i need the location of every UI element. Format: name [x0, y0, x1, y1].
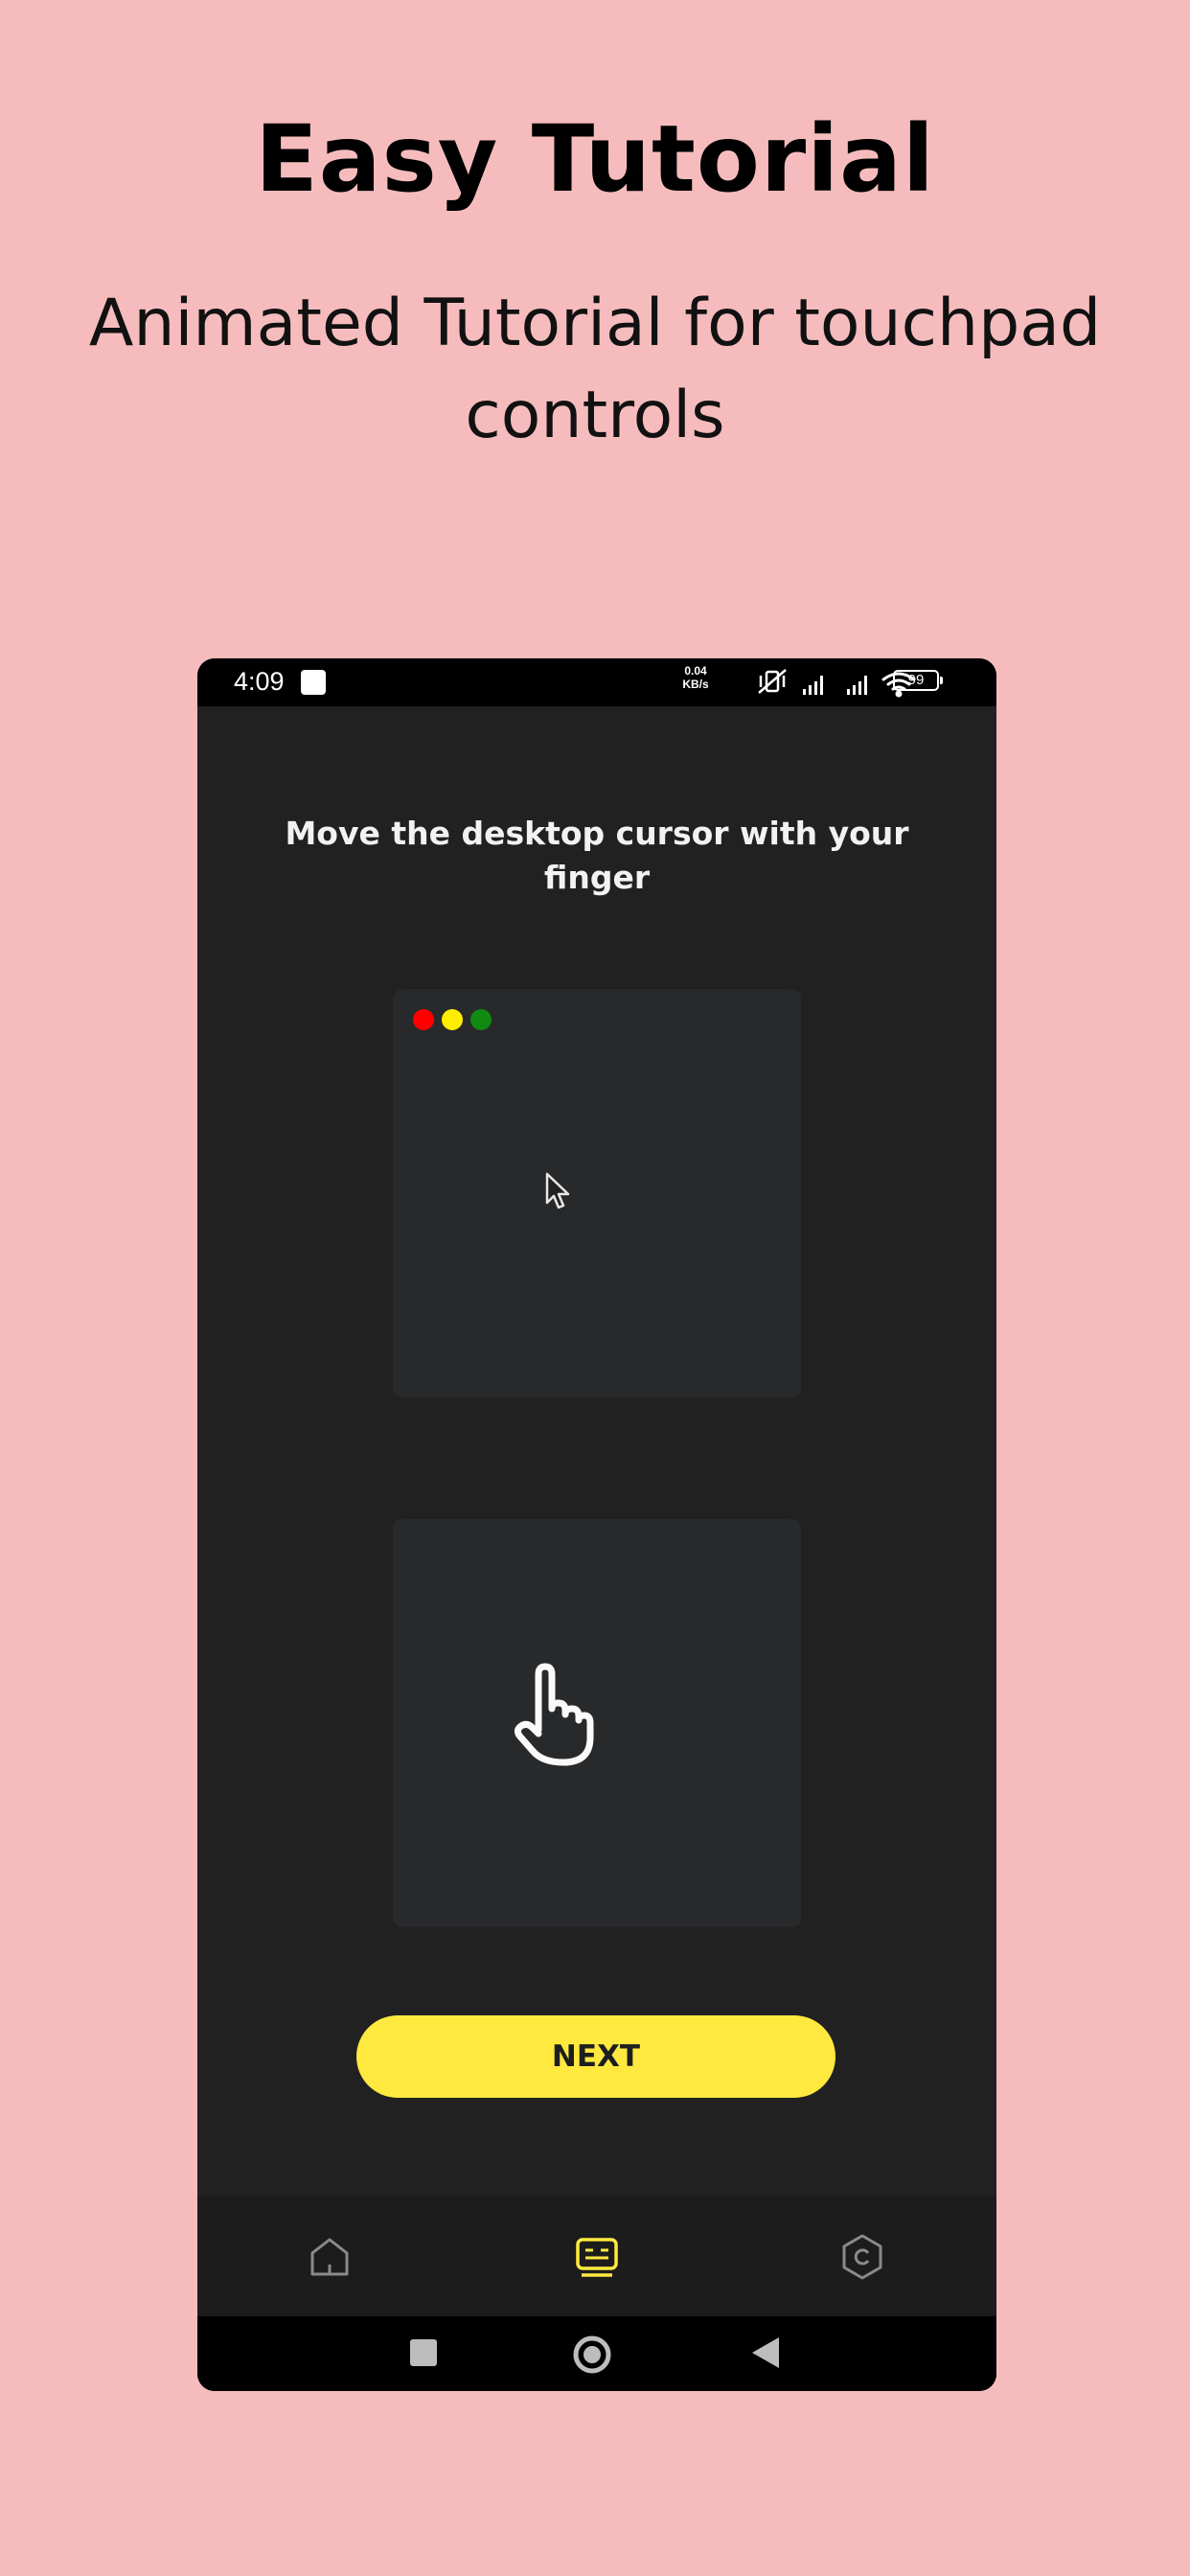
- settings-icon[interactable]: [837, 2232, 887, 2282]
- back-triangle-icon[interactable]: [748, 2335, 783, 2370]
- touchpad-area[interactable]: [393, 1519, 801, 1927]
- status-bar: 4:09 0.04 KB/s 99: [197, 658, 996, 706]
- phone-screen: 4:09 0.04 KB/s 99 Move the desktop curso…: [197, 658, 996, 2391]
- home-circle-icon[interactable]: [571, 2335, 613, 2378]
- signal-icon-1: [803, 676, 823, 695]
- status-time: 4:09: [234, 667, 285, 696]
- next-button[interactable]: NEXT: [356, 2015, 835, 2098]
- promo-headline: Easy Tutorial: [255, 105, 935, 213]
- window-maximize-dot: [470, 1009, 492, 1030]
- window-minimize-dot: [442, 1009, 463, 1030]
- bottom-navigation: [197, 2196, 996, 2316]
- network-speed-unit: KB/s: [682, 678, 709, 691]
- home-icon[interactable]: [305, 2232, 355, 2282]
- network-speed-value: 0.04: [684, 664, 707, 678]
- cursor-icon: [545, 1172, 570, 1209]
- network-speed: 0.04 KB/s: [676, 664, 715, 691]
- notification-icon: [301, 670, 326, 695]
- battery-indicator: 99: [893, 670, 943, 691]
- mute-icon: [758, 669, 787, 694]
- signal-icon-2: [847, 676, 867, 695]
- system-navigation-bar: [197, 2316, 996, 2391]
- promo-subheadline: Animated Tutorial for touchpad controls: [88, 286, 1102, 453]
- pointing-hand-icon: [514, 1663, 594, 1766]
- window-close-dot: [413, 1009, 434, 1030]
- tutorial-instruction: Move the desktop cursor with your finger: [285, 815, 909, 896]
- recents-square-icon[interactable]: [406, 2335, 441, 2370]
- desktop-window-preview: [393, 989, 801, 1397]
- tutorial-icon[interactable]: [572, 2232, 622, 2282]
